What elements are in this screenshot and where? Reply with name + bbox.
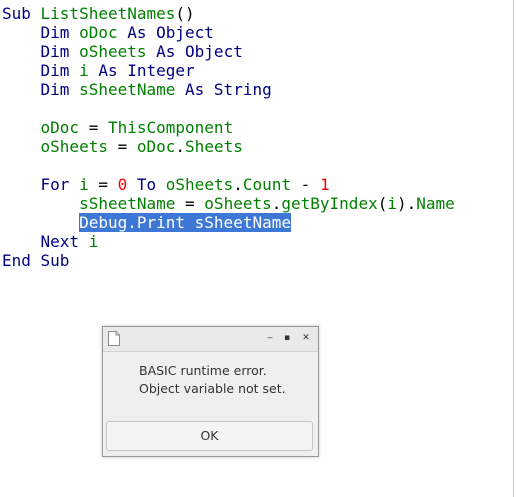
code-token: . (175, 137, 186, 156)
code-line[interactable]: oDoc = ThisComponent (2, 118, 234, 137)
code-line[interactable]: oSheets = oDoc.Sheets (2, 137, 243, 156)
editor-right-border (513, 0, 514, 497)
code-token: 0 (117, 175, 128, 194)
code-line[interactable]: Dim oSheets As Object (2, 42, 243, 61)
code-token: ( (377, 194, 388, 213)
code-line[interactable]: End Sub (2, 251, 69, 270)
code-token: 1 (319, 175, 330, 194)
code-token: ListSheetNames (40, 4, 176, 23)
code-token: = (79, 118, 108, 137)
ok-button[interactable]: OK (106, 421, 313, 451)
code-line[interactable]: Sub ListSheetNames() (2, 4, 195, 23)
code-token: ). (396, 194, 417, 213)
error-dialog: ‒ ▪ ✕ BASIC runtime error. Object variab… (102, 326, 319, 457)
code-token: Dim (2, 80, 80, 99)
code-token: oSheets (40, 137, 108, 156)
selected-code-text: Debug.Print sSheetName (79, 213, 291, 232)
code-token: . (271, 194, 282, 213)
code-token: As (117, 23, 157, 42)
code-token: As (175, 80, 214, 99)
code-token: oSheets (204, 194, 272, 213)
code-token: sSheetName (79, 80, 176, 99)
code-line[interactable]: sSheetName = oSheets.getByIndex(i).Name (2, 194, 455, 213)
code-token: i (387, 194, 397, 213)
close-icon[interactable]: ✕ (299, 331, 313, 345)
code-token: Sub (2, 4, 41, 23)
code-token: Name (416, 194, 455, 213)
code-token: oDoc (136, 137, 176, 156)
code-token: As (88, 61, 128, 80)
code-token: Dim (2, 61, 80, 80)
code-token: ThisComponent (107, 118, 234, 137)
code-token: Object (156, 23, 214, 42)
minimize-icon[interactable]: ‒ (263, 331, 277, 345)
document-icon (108, 331, 120, 346)
code-token: - (291, 175, 320, 194)
code-token: oSheets (79, 42, 147, 61)
code-line[interactable]: Dim oDoc As Object (2, 23, 214, 42)
code-token: () (175, 4, 195, 23)
code-token: getByIndex (281, 194, 378, 213)
code-line[interactable]: Dim sSheetName As String (2, 80, 272, 99)
error-message-line-2: Object variable not set. (139, 381, 286, 396)
code-token: = (88, 175, 118, 194)
error-message-line-1: BASIC runtime error. (139, 363, 267, 378)
code-token: i (79, 61, 89, 80)
code-token: Count (242, 175, 292, 194)
code-token: String (213, 80, 272, 99)
code-token: For (2, 175, 80, 194)
code-line[interactable]: Debug.Print sSheetName (2, 213, 291, 232)
code-token: . (233, 175, 243, 194)
code-token: Sheets (185, 137, 243, 156)
dialog-titlebar[interactable]: ‒ ▪ ✕ (103, 327, 318, 352)
code-token: oSheets (165, 175, 234, 194)
code-token: As (146, 42, 186, 61)
code-token: To (127, 175, 166, 194)
code-token: = (175, 194, 205, 213)
code-token: i (88, 232, 99, 251)
code-token: End Sub (2, 251, 70, 270)
code-token: oDoc (79, 23, 118, 42)
code-line[interactable]: For i = 0 To oSheets.Count - 1 (2, 175, 330, 194)
code-token: oDoc (40, 118, 80, 137)
code-token: i (79, 175, 89, 194)
code-token: Integer (127, 61, 195, 80)
code-token: = (107, 137, 137, 156)
code-line[interactable]: Next i (2, 232, 99, 251)
code-token: Dim (2, 42, 80, 61)
code-line[interactable]: Dim i As Integer (2, 61, 195, 80)
maximize-icon[interactable]: ▪ (280, 331, 294, 345)
code-token: sSheetName (79, 194, 176, 213)
code-token: Dim (2, 23, 80, 42)
code-token: Object (185, 42, 243, 61)
code-token: Next (2, 232, 89, 251)
